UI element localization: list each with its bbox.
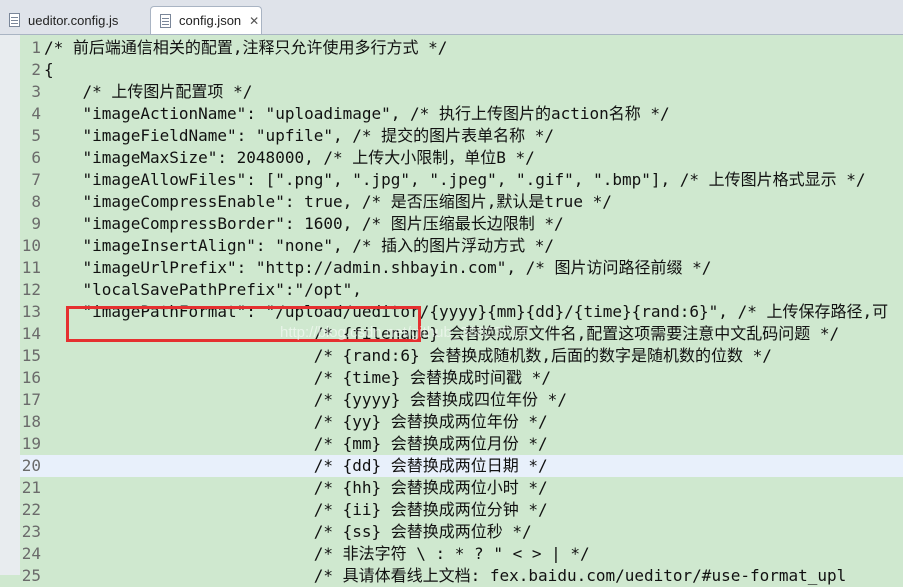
line-number: 12 bbox=[21, 280, 41, 299]
line-number: 14 bbox=[21, 324, 41, 343]
line-text: "imageAllowFiles": [".png", ".jpg", ".jp… bbox=[44, 170, 866, 189]
line-text: "imageCompressEnable": true, /* 是否压缩图片,默… bbox=[44, 192, 612, 211]
line-text: /* 前后端通信相关的配置,注释只允许使用多行方式 */ bbox=[44, 38, 448, 57]
line-number: 23 bbox=[21, 522, 41, 541]
line-number: 13 bbox=[21, 302, 41, 321]
line-number: 20 bbox=[21, 456, 41, 475]
line-number: 17 bbox=[21, 390, 41, 409]
line-number: 7 bbox=[31, 170, 41, 189]
line-text: "localSavePathPrefix":"/opt", bbox=[44, 280, 362, 299]
line-text: /* {yy} 会替换成两位年份 */ bbox=[44, 412, 548, 431]
line-text: /* {yyyy} 会替换成四位年份 */ bbox=[44, 390, 567, 409]
line-number: 22 bbox=[21, 500, 41, 519]
line-text: /* {dd} 会替换成两位日期 */ bbox=[44, 456, 548, 475]
code-line: 6 "imageMaxSize": 2048000, /* 上传大小限制，单位B… bbox=[20, 147, 903, 169]
code-line: 19 /* {mm} 会替换成两位月份 */ bbox=[20, 433, 903, 455]
json-file-icon bbox=[159, 13, 173, 28]
watermark: http://blog.csdn.net/github_38823514 bbox=[280, 324, 527, 341]
line-text: /* {mm} 会替换成两位月份 */ bbox=[44, 434, 548, 453]
line-text: "imageCompressBorder": 1600, /* 图片压缩最长边限… bbox=[44, 214, 564, 233]
line-number: 24 bbox=[21, 544, 41, 563]
code-line: 8 "imageCompressEnable": true, /* 是否压缩图片… bbox=[20, 191, 903, 213]
line-number: 3 bbox=[31, 82, 41, 101]
line-number: 16 bbox=[21, 368, 41, 387]
line-text: /* 非法字符 \ : * ? " < > | */ bbox=[44, 544, 590, 563]
line-text: "imageInsertAlign": "none", /* 插入的图片浮动方式… bbox=[44, 236, 555, 255]
line-number: 21 bbox=[21, 478, 41, 497]
line-number: 19 bbox=[21, 434, 41, 453]
editor-gutter bbox=[0, 35, 20, 575]
line-text: "imageFieldName": "upfile", /* 提交的图片表单名称… bbox=[44, 126, 555, 145]
line-text: /* {time} 会替换成时间戳 */ bbox=[44, 368, 551, 387]
line-number: 10 bbox=[21, 236, 41, 255]
code-line: 12 "localSavePathPrefix":"/opt", bbox=[20, 279, 903, 301]
code-line: 25 /* 具请体看线上文档: fex.baidu.com/ueditor/#u… bbox=[20, 565, 903, 587]
code-line: 20 /* {dd} 会替换成两位日期 */ bbox=[20, 455, 903, 477]
line-number: 5 bbox=[31, 126, 41, 145]
code-line: 15 /* {rand:6} 会替换成随机数,后面的数字是随机数的位数 */ bbox=[20, 345, 903, 367]
code-editor[interactable]: 1/* 前后端通信相关的配置,注释只允许使用多行方式 */2{3 /* 上传图片… bbox=[0, 35, 903, 585]
line-number: 2 bbox=[31, 60, 41, 79]
line-text: "imageActionName": "uploadimage", /* 执行上… bbox=[44, 104, 670, 123]
code-line: 24 /* 非法字符 \ : * ? " < > | */ bbox=[20, 543, 903, 565]
tab-label: config.json bbox=[179, 13, 242, 28]
line-number: 11 bbox=[21, 258, 41, 277]
line-text: /* 上传图片配置项 */ bbox=[44, 82, 253, 101]
line-number: 1 bbox=[31, 38, 41, 57]
code-line: 22 /* {ii} 会替换成两位分钟 */ bbox=[20, 499, 903, 521]
code-line: 9 "imageCompressBorder": 1600, /* 图片压缩最长… bbox=[20, 213, 903, 235]
code-line: 11 "imageUrlPrefix": "http://admin.shbay… bbox=[20, 257, 903, 279]
line-number: 4 bbox=[31, 104, 41, 123]
code-line: 2{ bbox=[20, 59, 903, 81]
tab-ueditor-config-js[interactable]: ueditor.config.js bbox=[0, 6, 146, 34]
line-text: /* {ii} 会替换成两位分钟 */ bbox=[44, 500, 548, 519]
editor-tab-bar: ueditor.config.js config.json ✕ bbox=[0, 0, 903, 35]
code-line: 23 /* {ss} 会替换成两位秒 */ bbox=[20, 521, 903, 543]
code-line: 17 /* {yyyy} 会替换成四位年份 */ bbox=[20, 389, 903, 411]
code-line: 5 "imageFieldName": "upfile", /* 提交的图片表单… bbox=[20, 125, 903, 147]
line-text: /* 具请体看线上文档: fex.baidu.com/ueditor/#use-… bbox=[44, 566, 847, 585]
code-line: 1/* 前后端通信相关的配置,注释只允许使用多行方式 */ bbox=[20, 37, 903, 59]
line-number: 25 bbox=[21, 566, 41, 585]
code-line: 10 "imageInsertAlign": "none", /* 插入的图片浮… bbox=[20, 235, 903, 257]
code-line: 21 /* {hh} 会替换成两位小时 */ bbox=[20, 477, 903, 499]
line-number: 6 bbox=[31, 148, 41, 167]
line-text: "imageUrlPrefix": "http://admin.shbayin.… bbox=[44, 258, 712, 277]
js-file-icon bbox=[8, 13, 22, 27]
line-number: 8 bbox=[31, 192, 41, 211]
line-text: /* {rand:6} 会替换成随机数,后面的数字是随机数的位数 */ bbox=[44, 346, 772, 365]
line-text: { bbox=[44, 60, 54, 79]
line-number: 15 bbox=[21, 346, 41, 365]
code-line: 18 /* {yy} 会替换成两位年份 */ bbox=[20, 411, 903, 433]
line-text: /* {ss} 会替换成两位秒 */ bbox=[44, 522, 532, 541]
line-text: /* {hh} 会替换成两位小时 */ bbox=[44, 478, 548, 497]
code-line: 16 /* {time} 会替换成时间戳 */ bbox=[20, 367, 903, 389]
close-icon[interactable]: ✕ bbox=[249, 14, 259, 28]
tab-label: ueditor.config.js bbox=[28, 12, 119, 28]
code-line: 7 "imageAllowFiles": [".png", ".jpg", ".… bbox=[20, 169, 903, 191]
line-number: 9 bbox=[31, 214, 41, 233]
code-line: 3 /* 上传图片配置项 */ bbox=[20, 81, 903, 103]
code-line: 4 "imageActionName": "uploadimage", /* 执… bbox=[20, 103, 903, 125]
line-text: "imageMaxSize": 2048000, /* 上传大小限制，单位B *… bbox=[44, 148, 535, 167]
tab-config-json[interactable]: config.json ✕ bbox=[150, 6, 262, 34]
line-number: 18 bbox=[21, 412, 41, 431]
